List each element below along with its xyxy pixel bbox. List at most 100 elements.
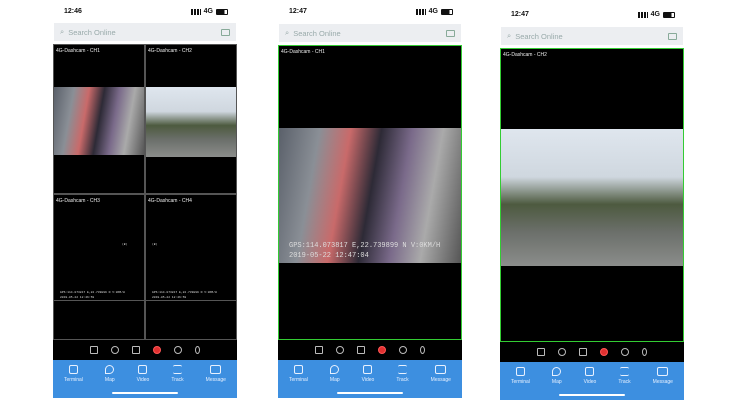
- book-icon[interactable]: [668, 32, 677, 40]
- tab-label: Video: [361, 377, 375, 383]
- signal-icon: [415, 8, 426, 15]
- search-icon: ⌕: [507, 31, 512, 40]
- home-indicator[interactable]: [337, 392, 403, 394]
- clock: 12:46: [64, 8, 82, 15]
- osd-gps: GPS:114.073817 E,22.739899 N V:0KM/H: [60, 291, 125, 294]
- audio-icon[interactable]: [621, 348, 629, 356]
- message-icon: [210, 365, 222, 374]
- camera-icon[interactable]: [132, 346, 140, 354]
- video-toolbar: [278, 340, 462, 360]
- tab-label: Message: [430, 377, 451, 383]
- track-icon: [173, 365, 182, 374]
- channel-label: 4G-Dashcam - CH2: [503, 52, 547, 58]
- search-icon: ⌕: [285, 28, 290, 37]
- tab-label: Terminal: [289, 377, 308, 383]
- tab-label: Terminal: [64, 377, 83, 383]
- microphone-icon[interactable]: [195, 346, 200, 354]
- audio-icon[interactable]: [399, 346, 407, 354]
- record-icon[interactable]: [600, 348, 608, 356]
- camera-icon[interactable]: [579, 348, 587, 356]
- tab-label: Map: [551, 379, 562, 385]
- battery-icon: [216, 8, 228, 15]
- record-icon[interactable]: [378, 346, 386, 354]
- search-bar[interactable]: ⌕ Search Online: [279, 24, 461, 42]
- tab-terminal[interactable]: Terminal: [511, 367, 530, 400]
- book-icon[interactable]: [446, 29, 455, 37]
- video-cell-ch1[interactable]: 4G-Dashcam - CH1: [53, 44, 145, 194]
- video-cell-ch2[interactable]: 4G-Dashcam - CH2: [500, 48, 684, 342]
- search-input[interactable]: Search Online: [515, 32, 563, 41]
- video-cell-ch4[interactable]: 4G-Dashcam - CH4 (B) GPS:114.073817 E,22…: [145, 194, 237, 340]
- video-single: 4G-Dashcam - CH1 GPS:114.073817 E,22.739…: [278, 45, 462, 340]
- channel-label: 4G-Dashcam - CH1: [281, 49, 325, 55]
- refresh-icon[interactable]: [558, 348, 566, 356]
- signal-icon: [637, 11, 648, 18]
- video-toolbar: [53, 340, 237, 360]
- audio-icon[interactable]: [174, 346, 182, 354]
- video-single: 4G-Dashcam - CH2: [500, 48, 684, 342]
- refresh-icon[interactable]: [111, 346, 119, 354]
- battery-icon: [441, 8, 453, 15]
- network-label: 4G: [428, 8, 438, 15]
- phone-screen-quad-view: 12:46 4G ⌕ Search Online 4G-Dashcam - CH1…: [52, 0, 238, 400]
- battery-icon: [663, 11, 675, 18]
- stop-icon[interactable]: [90, 346, 98, 354]
- camera-icon[interactable]: [357, 346, 365, 354]
- status-bar: 12:47 4G: [499, 3, 685, 25]
- tab-message[interactable]: Message: [431, 365, 451, 398]
- video-icon: [585, 367, 595, 376]
- terminal-icon: [68, 365, 78, 374]
- stop-icon[interactable]: [537, 348, 545, 356]
- microphone-icon[interactable]: [642, 348, 647, 356]
- osd-mark: (B): [122, 243, 128, 246]
- search-input[interactable]: Search Online: [293, 29, 341, 38]
- channel-label: 4G-Dashcam - CH1: [56, 48, 100, 54]
- osd-time: 2019-05-22 12:47:04: [289, 252, 369, 260]
- video-cell-ch2[interactable]: 4G-Dashcam - CH2: [145, 44, 237, 194]
- osd-time: 2019-05-22 12:46:59: [152, 296, 187, 299]
- refresh-icon[interactable]: [336, 346, 344, 354]
- search-bar[interactable]: ⌕ Search Online: [501, 27, 683, 45]
- tab-label: Track: [171, 377, 184, 383]
- home-indicator[interactable]: [559, 394, 625, 396]
- tab-label: Terminal: [511, 379, 530, 385]
- search-input[interactable]: Search Online: [68, 28, 116, 37]
- video-icon: [138, 365, 148, 374]
- microphone-icon[interactable]: [420, 346, 425, 354]
- book-icon[interactable]: [221, 28, 230, 36]
- message-icon: [435, 365, 447, 374]
- video-icon: [363, 365, 373, 374]
- osd-gps: GPS:114.073817 E,22.739899 N V:0KM/H: [152, 291, 217, 294]
- terminal-icon: [293, 365, 303, 374]
- video-frame: [501, 129, 683, 266]
- map-pin-icon: [552, 367, 562, 376]
- tab-message[interactable]: Message: [653, 367, 673, 400]
- tab-label: Message: [652, 379, 673, 385]
- tab-terminal[interactable]: Terminal: [289, 365, 308, 398]
- clock: 12:47: [511, 11, 529, 18]
- video-cell-ch3[interactable]: 4G-Dashcam - CH3 (B) GPS:114.073817 E,22…: [53, 194, 145, 340]
- track-icon: [620, 367, 629, 376]
- channel-label: 4G-Dashcam - CH4: [148, 198, 192, 204]
- tab-message[interactable]: Message: [206, 365, 226, 398]
- phone-screen-ch2: 12:47 4G ⌕ Search Online 4G-Dashcam - CH2…: [499, 0, 685, 400]
- video-frame: [146, 87, 236, 157]
- osd-time: 2019-05-22 12:46:59: [60, 296, 95, 299]
- tab-label: Track: [396, 377, 409, 383]
- osd-mark: (B): [152, 243, 158, 246]
- record-icon[interactable]: [153, 346, 161, 354]
- signal-icon: [190, 8, 201, 15]
- video-frame: [54, 87, 144, 155]
- home-indicator[interactable]: [112, 392, 178, 394]
- osd-gps: GPS:114.073817 E,22.739899 N V:0KM/H: [289, 242, 441, 250]
- tab-terminal[interactable]: Terminal: [64, 365, 83, 398]
- tab-label: Map: [104, 377, 115, 383]
- tab-label: Video: [583, 379, 597, 385]
- search-bar[interactable]: ⌕ Search Online: [54, 23, 236, 41]
- video-cell-ch1[interactable]: 4G-Dashcam - CH1 GPS:114.073817 E,22.739…: [278, 45, 462, 340]
- channel-label: 4G-Dashcam - CH2: [148, 48, 192, 54]
- stop-icon[interactable]: [315, 346, 323, 354]
- clock: 12:47: [289, 8, 307, 15]
- video-toolbar: [500, 342, 684, 362]
- search-icon: ⌕: [60, 27, 65, 36]
